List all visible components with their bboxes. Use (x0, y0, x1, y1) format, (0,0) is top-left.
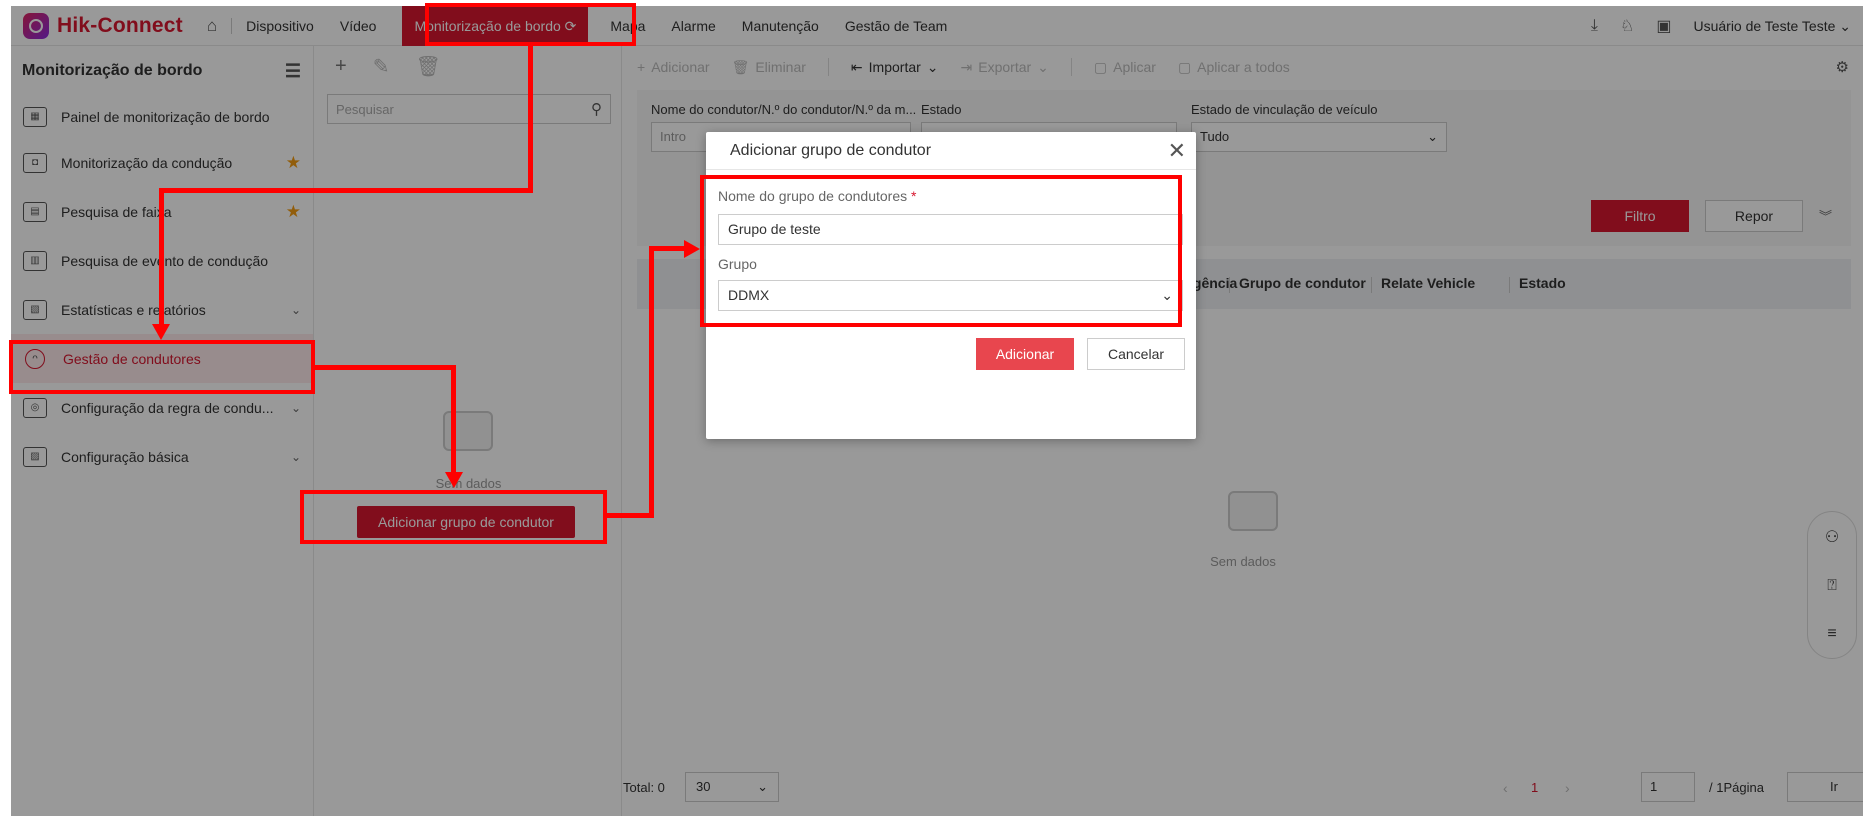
confirm-add-button[interactable]: Adicionar (976, 338, 1074, 370)
connector-line (649, 246, 654, 518)
dialog-title: Adicionar grupo de condutor (730, 141, 932, 159)
page: { "app": {"name": "Hik-Connect"}, "topna… (0, 0, 1874, 823)
connector-line (451, 365, 456, 472)
app-window: Hik-Connect ⌂ Dispositivo Vídeo Monitori… (11, 6, 1863, 816)
highlight-add-group-button (300, 490, 607, 544)
connector-line (528, 46, 533, 192)
highlight-nav-monitorizacao (425, 3, 636, 46)
highlight-dialog-fields (700, 175, 1182, 327)
connector-line (159, 188, 164, 326)
connector-arrow (152, 324, 170, 340)
connector-line (649, 246, 686, 251)
dialog-header: Adicionar grupo de condutor ✕ (706, 132, 1196, 170)
connector-arrow (445, 472, 463, 488)
connector-line (159, 188, 533, 193)
connector-arrow (684, 240, 700, 258)
highlight-sidebar-gestao (9, 340, 315, 394)
connector-line (315, 365, 456, 370)
close-icon[interactable]: ✕ (1168, 139, 1186, 162)
cancel-button[interactable]: Cancelar (1087, 338, 1185, 370)
connector-line (607, 513, 654, 518)
